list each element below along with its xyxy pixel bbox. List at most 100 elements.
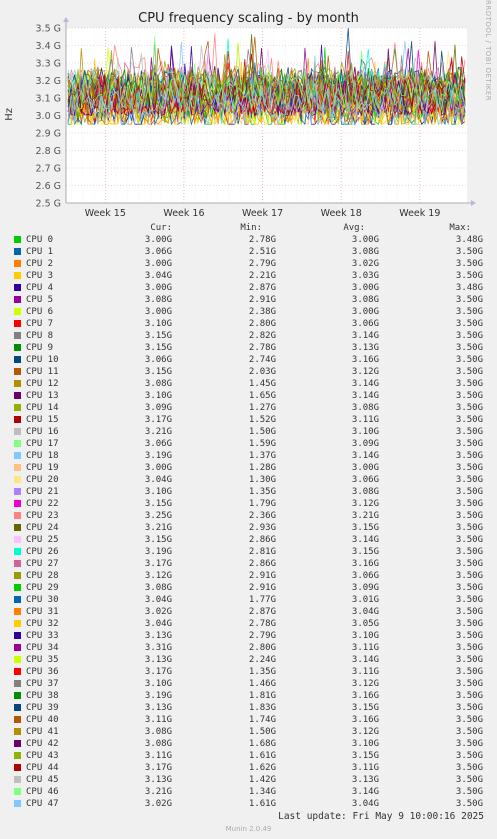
legend-row: CPU 32 3.04G 2.78G 3.05G 3.50G — [0, 618, 497, 630]
legend-max-value: 3.50G — [455, 487, 483, 497]
legend-max-value: 3.50G — [455, 607, 483, 617]
legend-max-value: 3.50G — [455, 787, 483, 797]
legend-swatch — [14, 644, 21, 651]
legend-max-value: 3.50G — [455, 367, 483, 377]
legend-series-name: CPU 9 — [26, 343, 54, 353]
legend-swatch — [14, 608, 21, 615]
legend-swatch — [14, 656, 21, 663]
y-tick-label: 3.1 G — [36, 94, 62, 105]
y-axis-arrow-icon — [63, 17, 69, 22]
legend-avg-value: 3.14G — [351, 451, 379, 461]
legend-cur-value: 3.17G — [144, 415, 172, 425]
legend-max-value: 3.50G — [455, 499, 483, 509]
legend-row: CPU 1 3.06G 2.51G 3.08G 3.50G — [0, 246, 497, 258]
legend-avg-value: 3.16G — [351, 559, 379, 569]
legend-row: CPU 25 3.15G 2.86G 3.14G 3.50G — [0, 534, 497, 546]
legend-cur-value: 3.08G — [144, 379, 172, 389]
legend-cur-value: 3.12G — [144, 571, 172, 581]
legend-swatch — [14, 800, 21, 807]
legend-cur-value: 3.06G — [144, 355, 172, 365]
x-tick-label: Week 16 — [163, 208, 204, 219]
y-tick-label: 3.4 G — [36, 41, 62, 52]
legend-avg-value: 3.06G — [351, 475, 379, 485]
legend-row: CPU 9 3.15G 2.78G 3.13G 3.50G — [0, 342, 497, 354]
legend-min-value: 1.52G — [248, 415, 276, 425]
legend-swatch — [14, 476, 21, 483]
legend-swatch — [14, 404, 21, 411]
legend-avg-value: 3.00G — [351, 463, 379, 473]
legend-row: CPU 39 3.13G 1.83G 3.15G 3.50G — [0, 702, 497, 714]
legend-series-name: CPU 23 — [26, 511, 59, 521]
legend-cur-value: 3.17G — [144, 559, 172, 569]
legend-swatch — [14, 728, 21, 735]
legend-swatch — [14, 272, 21, 279]
legend-series-name: CPU 11 — [26, 367, 59, 377]
legend-max-value: 3.50G — [455, 691, 483, 701]
legend-series-name: CPU 20 — [26, 475, 59, 485]
legend-avg-value: 3.13G — [351, 775, 379, 785]
legend-row: CPU 18 3.19G 1.37G 3.14G 3.50G — [0, 450, 497, 462]
legend-cur-value: 3.31G — [144, 643, 172, 653]
legend-row: CPU 24 3.21G 2.93G 3.15G 3.50G — [0, 522, 497, 534]
legend-min-value: 1.81G — [248, 691, 276, 701]
legend-avg-value: 3.08G — [351, 247, 379, 257]
legend-min-value: 2.80G — [248, 643, 276, 653]
legend-cur-value: 3.19G — [144, 547, 172, 557]
legend-avg-value: 3.10G — [351, 427, 379, 437]
legend-row: CPU 33 3.13G 2.79G 3.10G 3.50G — [0, 630, 497, 642]
legend-max-value: 3.50G — [455, 391, 483, 401]
legend-swatch — [14, 464, 21, 471]
y-tick-label: 2.7 G — [36, 164, 62, 175]
legend-series-name: CPU 26 — [26, 547, 59, 557]
legend-avg-value: 3.06G — [351, 319, 379, 329]
legend-row: CPU 2 3.00G 2.79G 3.02G 3.50G — [0, 258, 497, 270]
munin-version: Munin 2.0.49 — [225, 825, 272, 833]
legend-series-name: CPU 47 — [26, 799, 59, 809]
y-tick-label: 3.2 G — [36, 76, 62, 87]
legend-avg-value: 3.00G — [351, 235, 379, 245]
legend-avg-value: 3.08G — [351, 487, 379, 497]
legend-swatch — [14, 776, 21, 783]
legend-row: CPU 8 3.15G 2.82G 3.14G 3.50G — [0, 330, 497, 342]
legend-swatch — [14, 452, 21, 459]
legend-swatch — [14, 428, 21, 435]
legend-row: CPU 36 3.17G 1.35G 3.11G 3.50G — [0, 666, 497, 678]
legend-max-value: 3.50G — [455, 247, 483, 257]
legend-min-value: 1.45G — [248, 379, 276, 389]
legend-min-value: 2.82G — [248, 331, 276, 341]
legend-swatch — [14, 620, 21, 627]
y-tick-label: 2.9 G — [36, 129, 62, 140]
legend-max-value: 3.50G — [455, 271, 483, 281]
x-tick-label: Week 15 — [85, 208, 126, 219]
legend-series-name: CPU 29 — [26, 583, 59, 593]
legend-series-name: CPU 39 — [26, 703, 59, 713]
legend-row: CPU 5 3.08G 2.91G 3.08G 3.50G — [0, 294, 497, 306]
legend-header-max: Max: — [449, 223, 471, 233]
legend-min-value: 1.35G — [248, 487, 276, 497]
legend-avg-value: 3.12G — [351, 727, 379, 737]
legend-min-value: 2.03G — [248, 367, 276, 377]
legend-avg-value: 3.13G — [351, 343, 379, 353]
legend-min-value: 2.81G — [248, 547, 276, 557]
legend-cur-value: 3.17G — [144, 763, 172, 773]
legend-avg-value: 3.06G — [351, 571, 379, 581]
legend-max-value: 3.50G — [455, 619, 483, 629]
legend-series-name: CPU 28 — [26, 571, 59, 581]
legend-swatch — [14, 308, 21, 315]
legend-min-value: 1.83G — [248, 703, 276, 713]
legend-swatch — [14, 248, 21, 255]
legend-row: CPU 4 3.00G 2.87G 3.00G 3.48G — [0, 282, 497, 294]
legend-swatch — [14, 296, 21, 303]
legend-max-value: 3.50G — [455, 655, 483, 665]
legend-avg-value: 3.16G — [351, 691, 379, 701]
legend-cur-value: 3.06G — [144, 247, 172, 257]
legend-series-name: CPU 37 — [26, 679, 59, 689]
legend-min-value: 1.65G — [248, 391, 276, 401]
legend-max-value: 3.50G — [455, 667, 483, 677]
legend-row: CPU 47 3.02G 1.61G 3.04G 3.50G — [0, 798, 497, 810]
legend-series-name: CPU 25 — [26, 535, 59, 545]
legend-max-value: 3.50G — [455, 559, 483, 569]
legend-max-value: 3.50G — [455, 511, 483, 521]
legend-series-name: CPU 44 — [26, 763, 59, 773]
legend-series-name: CPU 30 — [26, 595, 59, 605]
